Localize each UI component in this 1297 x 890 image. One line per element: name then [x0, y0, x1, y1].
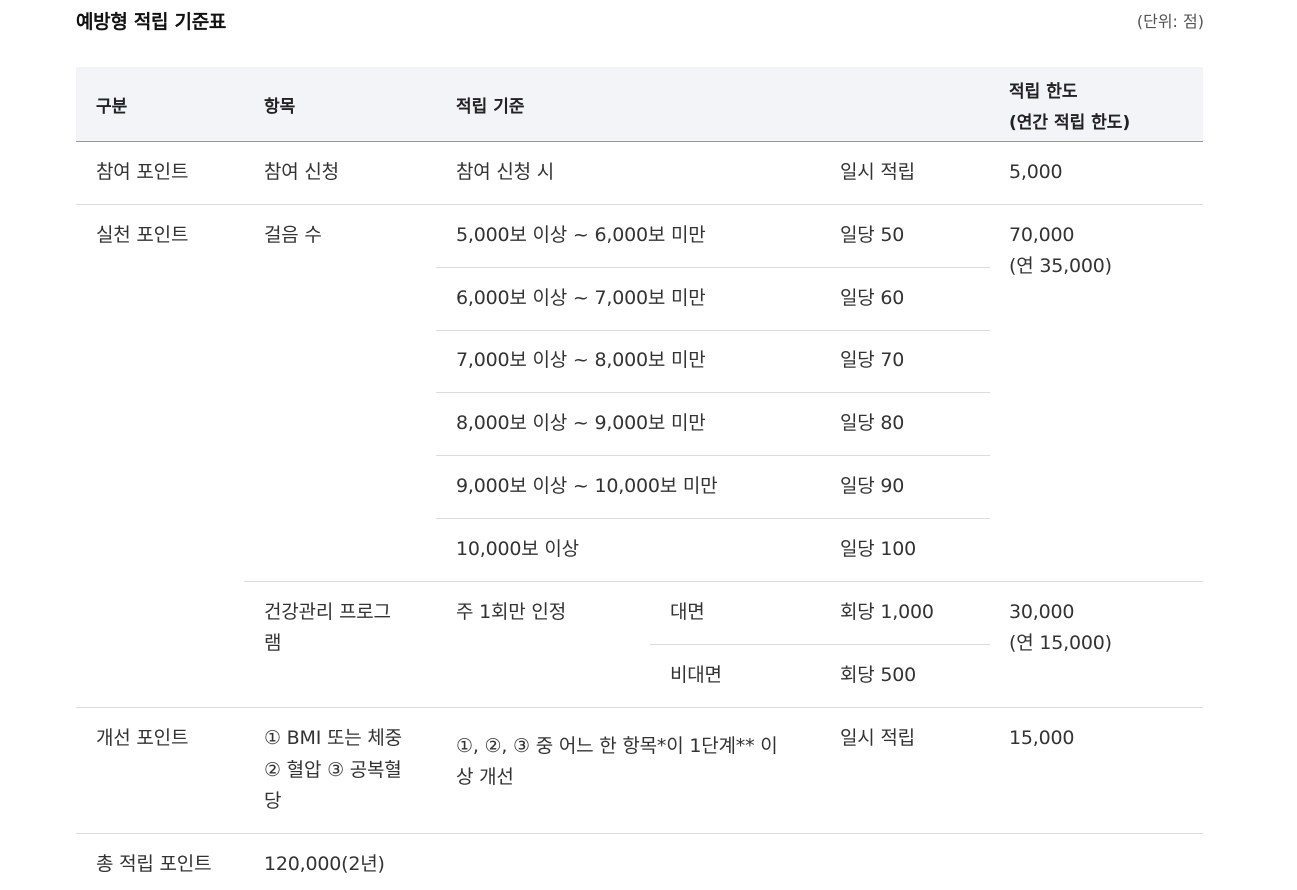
item-cell: 건강관리 프로그: [264, 601, 391, 623]
rate-cell: 회당 500: [840, 664, 917, 686]
category-cell: 참여 포인트: [96, 161, 189, 183]
item-cell-cont: 램: [264, 632, 282, 654]
category-cell: 개선 포인트: [96, 727, 189, 749]
rate-cell: 일당 60: [840, 287, 905, 309]
criteria-cell: 7,000보 이상 ~ 8,000보 미만: [456, 349, 706, 371]
row-divider: [76, 707, 1203, 708]
limit-cell: 5,000: [1009, 161, 1063, 183]
rate-cell: 일당 90: [840, 475, 905, 497]
page-title: 예방형 적립 기준표: [76, 11, 227, 33]
item-cell: ① BMI 또는 체중: [264, 727, 402, 749]
table-header: 구분 항목 적립 기준 적립 한도 (연간 적립 한도): [76, 67, 1203, 142]
header-category: 구분: [96, 97, 128, 117]
category-cell: 총 적립 포인트: [96, 853, 212, 875]
criteria-cell: ①, ②, ③ 중 어느 한 항목*이 1단계** 이: [456, 735, 778, 757]
limit-cell: 15,000: [1009, 727, 1075, 749]
criteria-cell: 10,000보 이상: [456, 538, 579, 560]
criteria-cell: 주 1회만 인정: [456, 601, 566, 623]
sub-row-divider: [436, 392, 990, 393]
total-value-cell: 120,000(2년): [264, 853, 385, 875]
sub-row-divider: [436, 518, 990, 519]
criteria-cell: 5,000보 이상 ~ 6,000보 미만: [456, 224, 706, 246]
category-cell: 실천 포인트: [96, 224, 189, 246]
rate-cell: 회당 1,000: [840, 601, 934, 623]
sub-row-divider: [436, 330, 990, 331]
criteria-cell: 9,000보 이상 ~ 10,000보 미만: [456, 475, 718, 497]
header-limit: 적립 한도: [1009, 82, 1078, 102]
limit-annual-cell: (연 15,000): [1009, 632, 1112, 654]
rate-cell: 일시 적립: [840, 727, 915, 749]
unit-label: (단위: 점): [1136, 12, 1204, 31]
item-cell: 참여 신청: [264, 161, 339, 183]
criteria-cell: 6,000보 이상 ~ 7,000보 미만: [456, 287, 706, 309]
mode-cell: 비대면: [670, 664, 722, 686]
rate-cell: 일당 70: [840, 349, 905, 371]
row-divider: [76, 204, 1203, 205]
item-cell-cont: 당: [264, 790, 282, 812]
rate-cell: 일당 50: [840, 224, 905, 246]
sub-row-divider: [436, 455, 990, 456]
row-divider: [76, 833, 1203, 834]
limit-annual-cell: (연 35,000): [1009, 255, 1112, 277]
rate-cell: 일당 80: [840, 412, 905, 434]
limit-cell: 30,000: [1009, 601, 1075, 623]
mode-cell: 대면: [670, 601, 705, 623]
points-table: 구분 항목 적립 기준 적립 한도 (연간 적립 한도) 참여 포인트 참여 신…: [76, 67, 1203, 890]
row-divider: [244, 581, 1203, 582]
item-cell-cont: ② 혈압 ③ 공복혈: [264, 759, 402, 781]
criteria-cell: 8,000보 이상 ~ 9,000보 미만: [456, 412, 706, 434]
sub-row-divider: [650, 644, 990, 645]
sub-row-divider: [436, 267, 990, 268]
item-cell: 걸음 수: [264, 224, 322, 246]
header-limit-sub: (연간 적립 한도): [1009, 113, 1131, 133]
header-criteria: 적립 기준: [456, 97, 525, 117]
criteria-cell: 참여 신청 시: [456, 161, 555, 183]
limit-cell: 70,000: [1009, 224, 1075, 246]
criteria-cell-cont: 상 개선: [456, 766, 514, 788]
rate-cell: 일시 적립: [840, 161, 915, 183]
header-item: 항목: [264, 97, 296, 117]
rate-cell: 일당 100: [840, 538, 917, 560]
